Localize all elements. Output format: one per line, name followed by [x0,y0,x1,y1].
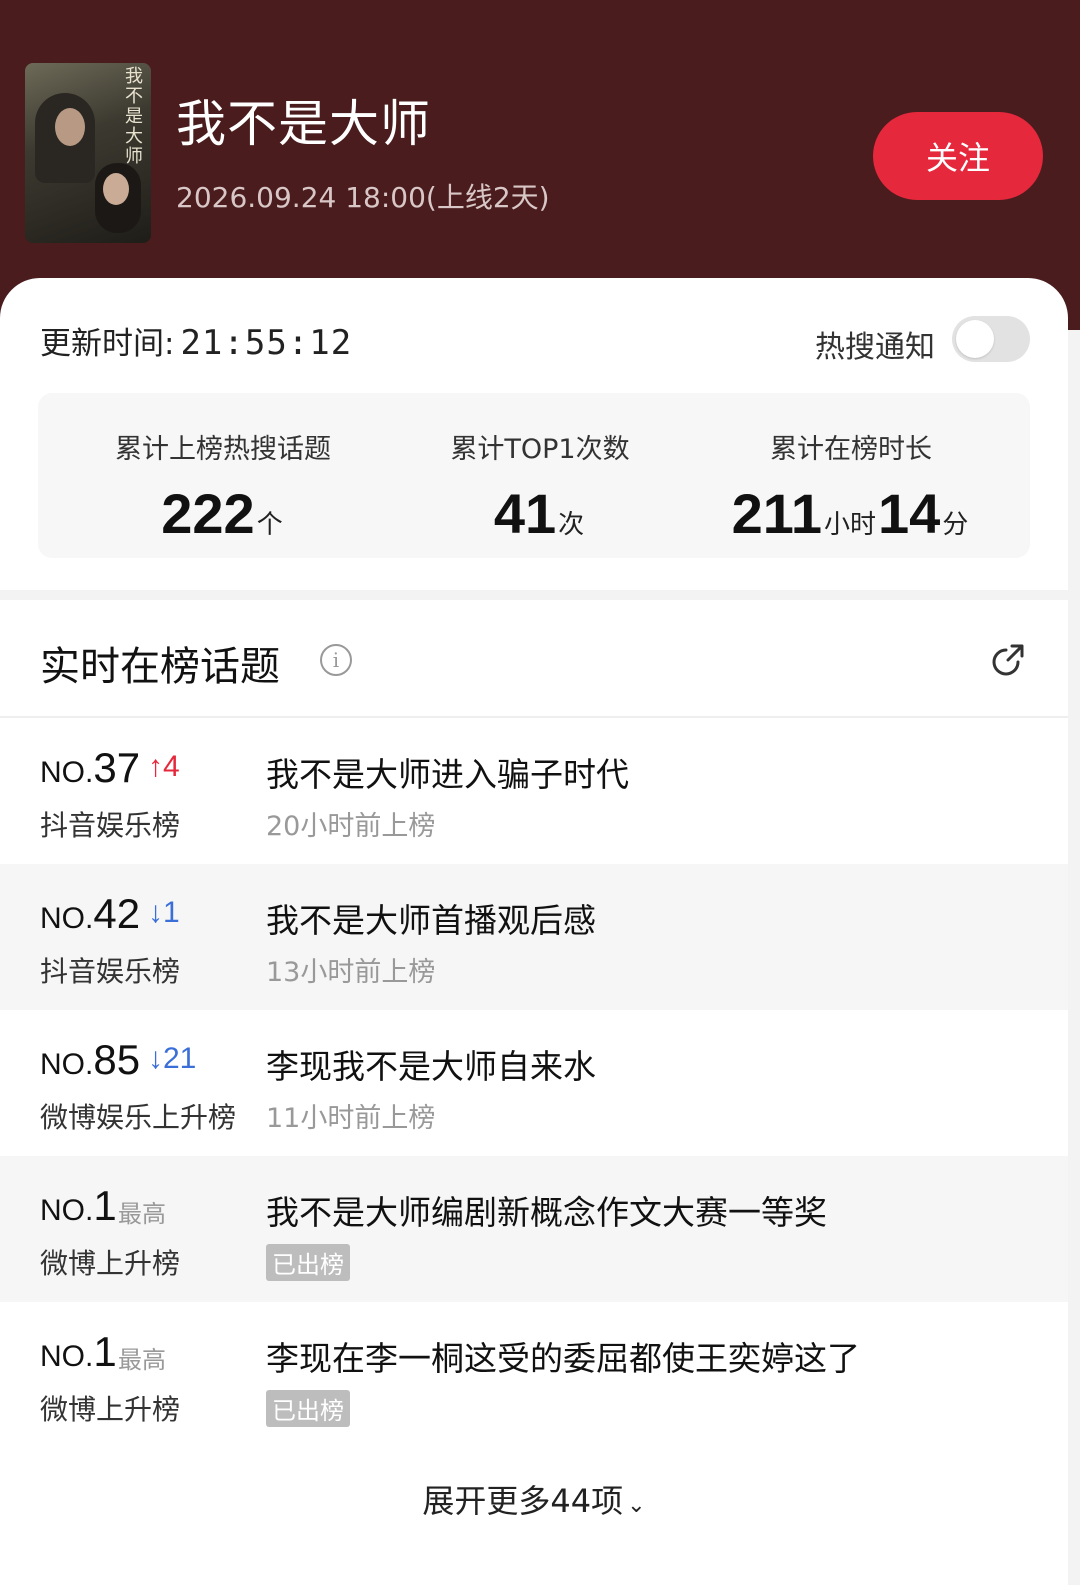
stat-top1-count: 累计TOP1次数 41次 [375,393,705,558]
topic-title: 李现在李一桐这受的委屈都使王奕婷这了 [266,1339,860,1378]
update-time-label: 更新时间: [40,326,175,362]
board-name: 抖音娱乐榜 [40,955,181,988]
stat-unit: 次 [558,509,585,539]
hot-search-notify-toggle[interactable] [952,316,1030,362]
stat-unit-hours: 小时 [824,509,877,539]
share-icon[interactable] [988,640,1028,680]
stat-total-topics: 累计上榜热搜话题 222个 [58,393,388,558]
show-release-info: 2026.09.24 18:00(上线2天) [176,181,550,214]
rank: NO.85 [40,1036,141,1083]
stat-value: 222 [161,482,255,545]
stats-panel: 累计上榜热搜话题 222个 累计TOP1次数 41次 累计在榜时长 211小时1… [38,393,1030,558]
off-chart-badge: 已出榜 [266,1244,350,1281]
board-name: 微博娱乐上升榜 [40,1101,237,1134]
off-chart-badge: 已出榜 [266,1390,350,1427]
info-icon[interactable]: i [320,644,352,676]
stat-label: 累计在榜时长 [770,434,932,465]
show-poster[interactable]: 我不是大师 [25,63,151,243]
realtime-topics-section: 实时在榜话题 i NO.37 ↑4 抖音娱乐榜 我不是大师进入骗子时代 20小时… [0,600,1068,1585]
stat-label: 累计上榜热搜话题 [115,434,331,465]
expand-label: 展开更多44项 [422,1482,624,1520]
rank-change-up: ↑4 [148,750,180,783]
stats-card: 更新时间: 21:55:12 热搜通知 累计上榜热搜话题 222个 累计TOP1次… [0,278,1068,590]
topic-row[interactable]: NO.42 ↓1 抖音娱乐榜 我不是大师首播观后感 13小时前上榜 [0,864,1068,1010]
rank: NO.1 [40,1182,117,1229]
stat-label: 累计TOP1次数 [450,434,630,465]
board-name: 抖音娱乐榜 [40,809,181,842]
stat-value-hours: 211 [731,482,822,545]
rank: NO.1 [40,1328,117,1375]
section-title: 实时在榜话题 [40,644,280,690]
stat-unit: 个 [256,509,283,539]
stat-value: 41 [493,482,557,545]
best-rank-label: 最高 [118,1200,166,1228]
rank-change-down: ↓1 [148,896,180,929]
board-name: 微博上升榜 [40,1247,181,1280]
topic-row[interactable]: NO.85 ↓21 微博娱乐上升榜 李现我不是大师自来水 11小时前上榜 [0,1010,1068,1156]
follow-button[interactable]: 关注 [873,112,1043,200]
hot-search-notify-label: 热搜通知 [815,330,935,365]
toggle-knob [956,320,994,358]
topic-time: 20小时前上榜 [266,811,436,842]
expand-more-button[interactable]: 展开更多44项 ⌄ [0,1476,1068,1522]
update-time-value: 21:55:12 [180,323,353,363]
board-name: 微博上升榜 [40,1393,181,1426]
topic-time: 11小时前上榜 [266,1103,436,1134]
topic-row[interactable]: NO.1 最高 微博上升榜 我不是大师编剧新概念作文大赛一等奖 已出榜 [0,1156,1068,1302]
topic-title: 我不是大师首播观后感 [266,901,596,940]
topic-title: 李现我不是大师自来水 [266,1047,596,1086]
topic-row[interactable]: NO.1 最高 微博上升榜 李现在李一桐这受的委屈都使王奕婷这了 已出榜 [0,1302,1068,1448]
best-rank-label: 最高 [118,1346,166,1374]
topic-title: 我不是大师进入骗子时代 [266,755,629,794]
stat-total-duration: 累计在榜时长 211小时14分 [686,393,1016,558]
rank-change-down: ↓21 [148,1042,197,1075]
stat-unit-minutes: 分 [942,509,969,539]
chevron-down-icon: ⌄ [627,1493,646,1518]
rank: NO.37 [40,744,141,791]
rank: NO.42 [40,890,141,937]
stat-value-minutes: 14 [878,482,941,545]
poster-title: 我不是大师 [125,66,143,167]
show-title: 我不是大师 [176,95,431,153]
update-time: 更新时间: 21:55:12 [40,318,352,363]
topic-row[interactable]: NO.37 ↑4 抖音娱乐榜 我不是大师进入骗子时代 20小时前上榜 [0,718,1068,864]
topic-title: 我不是大师编剧新概念作文大赛一等奖 [266,1193,827,1232]
topic-time: 13小时前上榜 [266,957,436,988]
